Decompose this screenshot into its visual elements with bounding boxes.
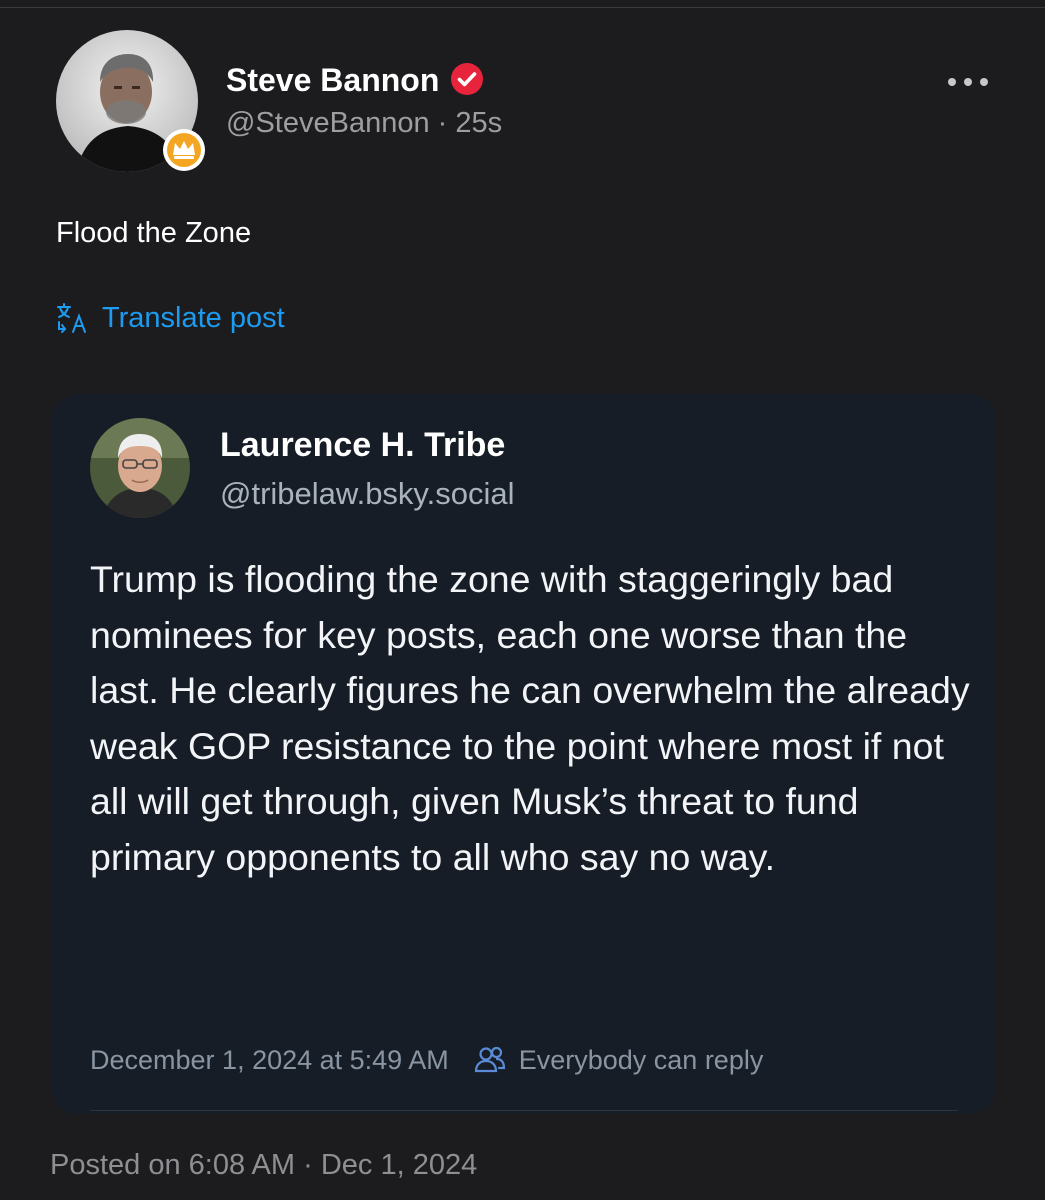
reply-setting[interactable]: Everybody can reply <box>519 1045 764 1076</box>
people-icon <box>474 1046 505 1073</box>
quote-date: December 1, 2024 at 5:49 AM <box>90 1044 449 1075</box>
translate-post-button[interactable]: Translate post <box>56 298 285 338</box>
post-time-ago: 25s <box>455 107 503 139</box>
quote-footer: December 1, 2024 at 5:49 AM Everybody ca… <box>90 1040 763 1080</box>
author-meta: @SteveBannon · 25s <box>226 104 502 142</box>
meta-separator: · <box>437 107 448 139</box>
author-name[interactable]: Steve Bannon <box>226 60 439 100</box>
quote-divider <box>90 1110 958 1111</box>
quote-author-name[interactable]: Laurence H. Tribe <box>220 424 505 466</box>
quoted-post-card[interactable]: Laurence H. Tribe @tribelaw.bsky.social … <box>52 394 996 1114</box>
translate-icon <box>57 303 86 333</box>
quote-author-handle[interactable]: @tribelaw.bsky.social <box>220 474 515 514</box>
posted-on-timestamp: Posted on 6:08 AM · Dec 1, 2024 <box>50 1149 478 1181</box>
post-text: Flood the Zone <box>56 217 252 249</box>
author-handle[interactable]: @SteveBannon <box>226 107 430 139</box>
translate-post-label: Translate post <box>102 301 285 334</box>
quote-text: Trump is flooding the zone with staggeri… <box>90 558 970 878</box>
quote-author-avatar[interactable] <box>90 418 190 518</box>
verified-check-icon <box>451 63 483 95</box>
top-divider <box>0 0 1045 8</box>
more-dots-icon[interactable] <box>940 64 996 100</box>
crown-badge-icon <box>163 129 205 171</box>
